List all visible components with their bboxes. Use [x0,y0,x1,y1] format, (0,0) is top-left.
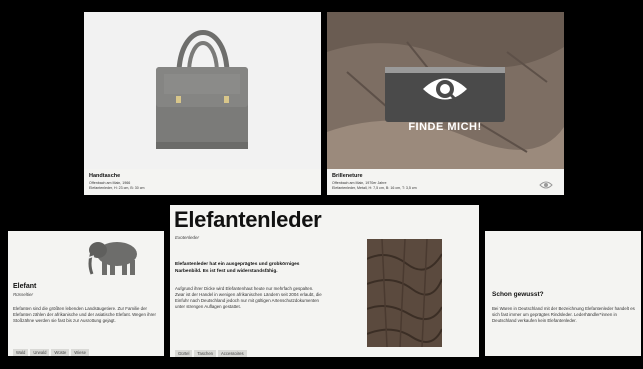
page-subtitle: Exotenleder [175,235,200,240]
glasses-case-title: Brilleneture [332,173,363,179]
handbag-details: Elefantenleder, H: 23 cm, B: 30 cm [89,186,145,190]
elephant-title: Elefant [13,283,37,290]
tag-wald[interactable]: Wald [13,349,29,356]
elephant-tags: Wald Urwald Wüste Wiese [13,341,91,356]
glasses-case-card[interactable]: FINDE MICH! Brilleneture Offenbach am Ma… [327,12,564,195]
find-me-label: FINDE MICH! [408,121,482,133]
did-you-know-card[interactable]: Schon gewusst? Bei Waren in Deutschland … [485,231,641,356]
eye-icon[interactable] [539,177,553,189]
tag-taschen[interactable]: Taschen [194,350,217,357]
lead-text: Elefantenleder hat ein ausgeprägtes und … [175,262,300,274]
handbag-title: Handtasche [89,173,121,179]
glasses-case-details: Elefantenleder, Metall, H: 7,5 cm, B: 16… [332,186,417,190]
handbag-image [84,12,321,169]
tag-wueste[interactable]: Wüste [51,349,70,356]
page-title: Elefantenleder [174,207,322,232]
tag-wiese[interactable]: Wiese [71,349,89,356]
body-text: Aufgrund ihrer Dicke wird Elefantenhaut … [175,286,322,309]
eye-search-icon[interactable] [420,72,470,107]
tag-guertel[interactable]: Gürtel [175,350,193,357]
leather-texture-image [366,238,443,348]
main-tags: Gürtel Taschen Accessoires [175,342,249,357]
did-you-know-title: Schon gewusst? [492,291,544,298]
elefantenleder-card[interactable]: Elefantenleder Exotenleder Elefantenlede… [170,205,479,357]
elephant-description: Elefanten sind die größten lebenden Land… [13,306,156,323]
elephant-card[interactable]: Elefant Rüsseltier Elefanten sind die gr… [8,231,164,356]
glasses-case-origin: Offenbach am Main, 1970er Jahre [332,181,387,185]
elephant-image [84,236,144,278]
tag-urwald[interactable]: Urwald [30,349,50,356]
handbag-card[interactable]: Handtasche Offenbach am Main, 1966 Elefa… [84,12,321,195]
did-you-know-text: Bei Waren in Deutschland mit der Bezeich… [492,306,635,323]
elephant-subtitle: Rüsseltier [13,292,34,297]
handbag-origin: Offenbach am Main, 1966 [89,181,131,185]
tag-accessoires[interactable]: Accessoires [218,350,247,357]
